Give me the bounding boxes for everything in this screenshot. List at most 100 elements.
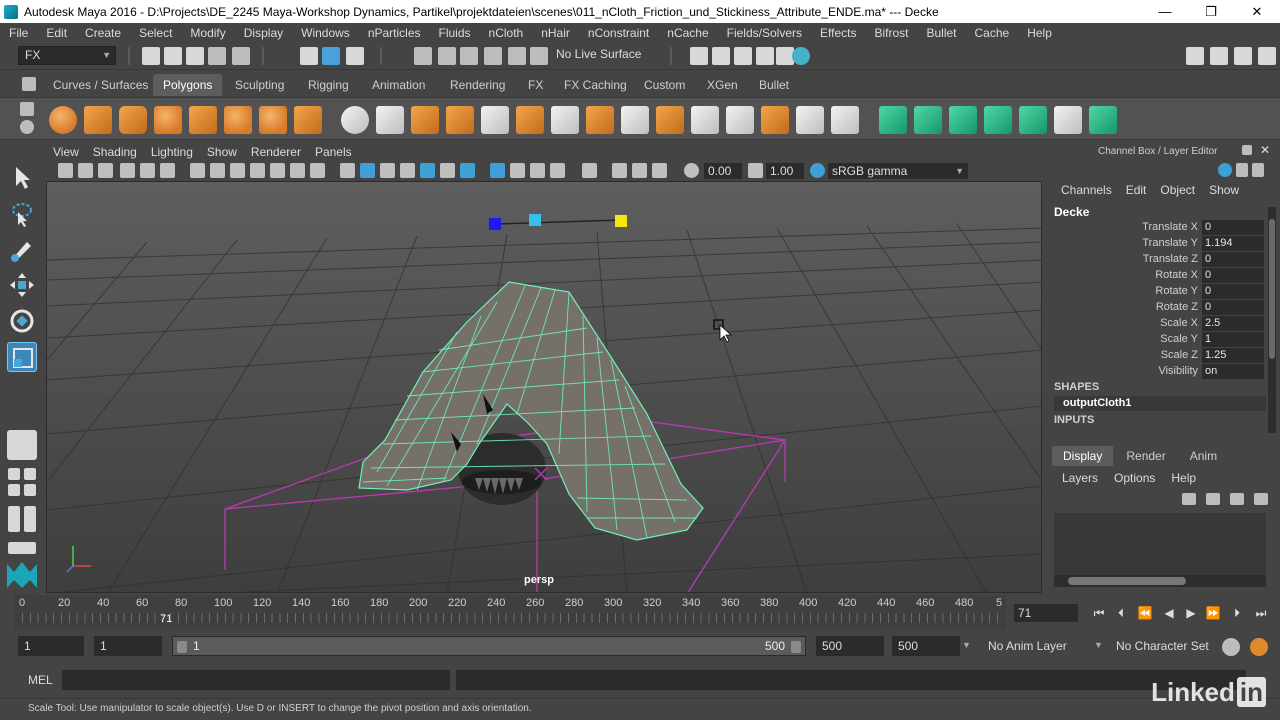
ipr-render-icon[interactable] [734,47,752,65]
perspective-viewport[interactable]: persp [46,181,1042,593]
channel-box-settings-icon[interactable] [1252,163,1264,177]
poly-cube-icon[interactable] [84,106,112,134]
menu-help[interactable]: Help [1018,23,1061,43]
poly-plane-icon[interactable] [189,106,217,134]
undo-icon[interactable] [208,47,226,65]
menu-effects[interactable]: Effects [811,23,865,43]
bridge-icon[interactable] [621,106,649,134]
anim-layer-dropdown[interactable]: No Anim Layer [982,636,1084,656]
tab-fx-caching[interactable]: FX Caching [554,74,637,96]
layer-list[interactable] [1054,513,1266,575]
attr-scale-z[interactable]: Scale Z 1.25 [1046,348,1266,364]
bevel-icon[interactable] [656,106,684,134]
wireframe-icon[interactable] [340,163,355,178]
safe-action-icon[interactable] [290,163,305,178]
textured-icon[interactable] [400,163,415,178]
layout-two-icon[interactable] [8,484,20,496]
merge-icon[interactable] [796,106,824,134]
tab-render[interactable]: Render [1115,446,1176,466]
grid-toggle-icon[interactable] [190,163,205,178]
append-polygon-icon[interactable] [761,106,789,134]
shelf-settings-icon[interactable] [20,120,34,134]
multi-cut-icon[interactable] [551,106,579,134]
chevron-down-icon[interactable]: ▼ [1094,640,1103,650]
playback-start-field[interactable]: 1 [94,636,162,656]
tab-bullet[interactable]: Bullet [749,74,799,96]
go-to-start-button[interactable]: ⏮ [1090,604,1108,622]
2d-pan-zoom-icon[interactable] [140,163,155,178]
save-scene-icon[interactable] [186,47,204,65]
render-view-icon[interactable] [690,47,708,65]
channel-box-mode-icon[interactable] [1236,163,1248,177]
layer-list-scrollbar[interactable] [1054,575,1266,587]
snap-view-plane-icon[interactable] [484,47,502,65]
motion-blur-icon[interactable] [652,163,667,178]
gate-mask-icon[interactable] [250,163,265,178]
select-tool-icon[interactable] [7,162,37,192]
command-input[interactable] [62,670,450,690]
poly-cylinder-icon[interactable] [119,106,147,134]
attr-rotate-x[interactable]: Rotate X 0 [1046,268,1266,284]
separate-icon[interactable] [376,106,404,134]
menu-edit[interactable]: Edit [37,23,76,43]
float-panel-icon[interactable] [1242,145,1252,155]
menu-cache[interactable]: Cache [966,23,1019,43]
new-layer-icon[interactable] [1230,493,1244,505]
auto-key-icon[interactable] [1222,638,1240,656]
camera-attributes-icon[interactable] [78,163,93,178]
cb-menu-channels[interactable]: Channels [1054,183,1119,197]
live-surface-icon[interactable] [530,47,548,65]
close-icon[interactable]: ✕ [1260,143,1270,157]
xray-icon[interactable] [490,163,505,178]
poly-torus-icon[interactable] [224,106,252,134]
menu-nconstraint[interactable]: nConstraint [579,23,658,43]
range-start-handle[interactable] [177,641,187,653]
attr-value[interactable]: 1 [1202,332,1264,347]
menu-fluids[interactable]: Fluids [430,23,480,43]
select-object-icon[interactable] [322,47,340,65]
menu-display[interactable]: Display [235,23,292,43]
shape-node-item[interactable]: outputCloth1 [1054,396,1266,411]
exposure-icon[interactable] [684,163,699,178]
ambient-occlusion-icon[interactable] [530,163,545,178]
layer-menu-help[interactable]: Help [1163,471,1204,485]
scrollbar-thumb[interactable] [1269,219,1275,359]
play-backwards-button[interactable]: ◀ [1160,604,1178,622]
resolution-gate-icon[interactable] [230,163,245,178]
tab-rigging[interactable]: Rigging [298,74,359,96]
xray-joints-icon[interactable] [510,163,525,178]
uv-editor-icon[interactable] [1019,106,1047,134]
close-button[interactable]: ✕ [1234,0,1280,23]
tab-animation[interactable]: Animation [362,74,435,96]
panel-menu-show[interactable]: Show [200,143,244,161]
layout-horizontal-icon[interactable] [8,542,36,554]
rotate-tool-icon[interactable] [7,306,37,336]
fill-hole-icon[interactable] [831,106,859,134]
range-end-handle[interactable] [791,641,801,653]
menu-nhair[interactable]: nHair [532,23,579,43]
scrollbar-thumb[interactable] [1068,577,1186,585]
shadows-icon[interactable] [440,163,455,178]
uv-automatic-icon[interactable] [984,106,1012,134]
poly-pipe-icon[interactable] [294,106,322,134]
uv-layout-icon[interactable] [1089,106,1117,134]
attr-value[interactable]: 0 [1202,252,1264,267]
camera-select-icon[interactable] [58,163,73,178]
field-chart-icon[interactable] [270,163,285,178]
tab-custom[interactable]: Custom [634,74,695,96]
attr-scale-y[interactable]: Scale Y 1 [1046,332,1266,348]
wireframe-on-shaded-icon[interactable] [380,163,395,178]
step-back-frame-button[interactable]: ⏴ [1112,604,1130,622]
extract-icon[interactable] [411,106,439,134]
render-frame-icon[interactable] [712,47,730,65]
attr-value[interactable]: on [1202,364,1264,379]
film-gate-icon[interactable] [210,163,225,178]
attr-value[interactable]: 1.194 [1202,236,1264,251]
render-globe-icon[interactable] [792,47,810,65]
menu-nparticles[interactable]: nParticles [359,23,430,43]
uv-planar-icon[interactable] [879,106,907,134]
layout-vertical-icon[interactable] [8,506,20,532]
extrude-icon[interactable] [586,106,614,134]
poly-cone-icon[interactable] [154,106,182,134]
panel-menu-renderer[interactable]: Renderer [244,143,308,161]
